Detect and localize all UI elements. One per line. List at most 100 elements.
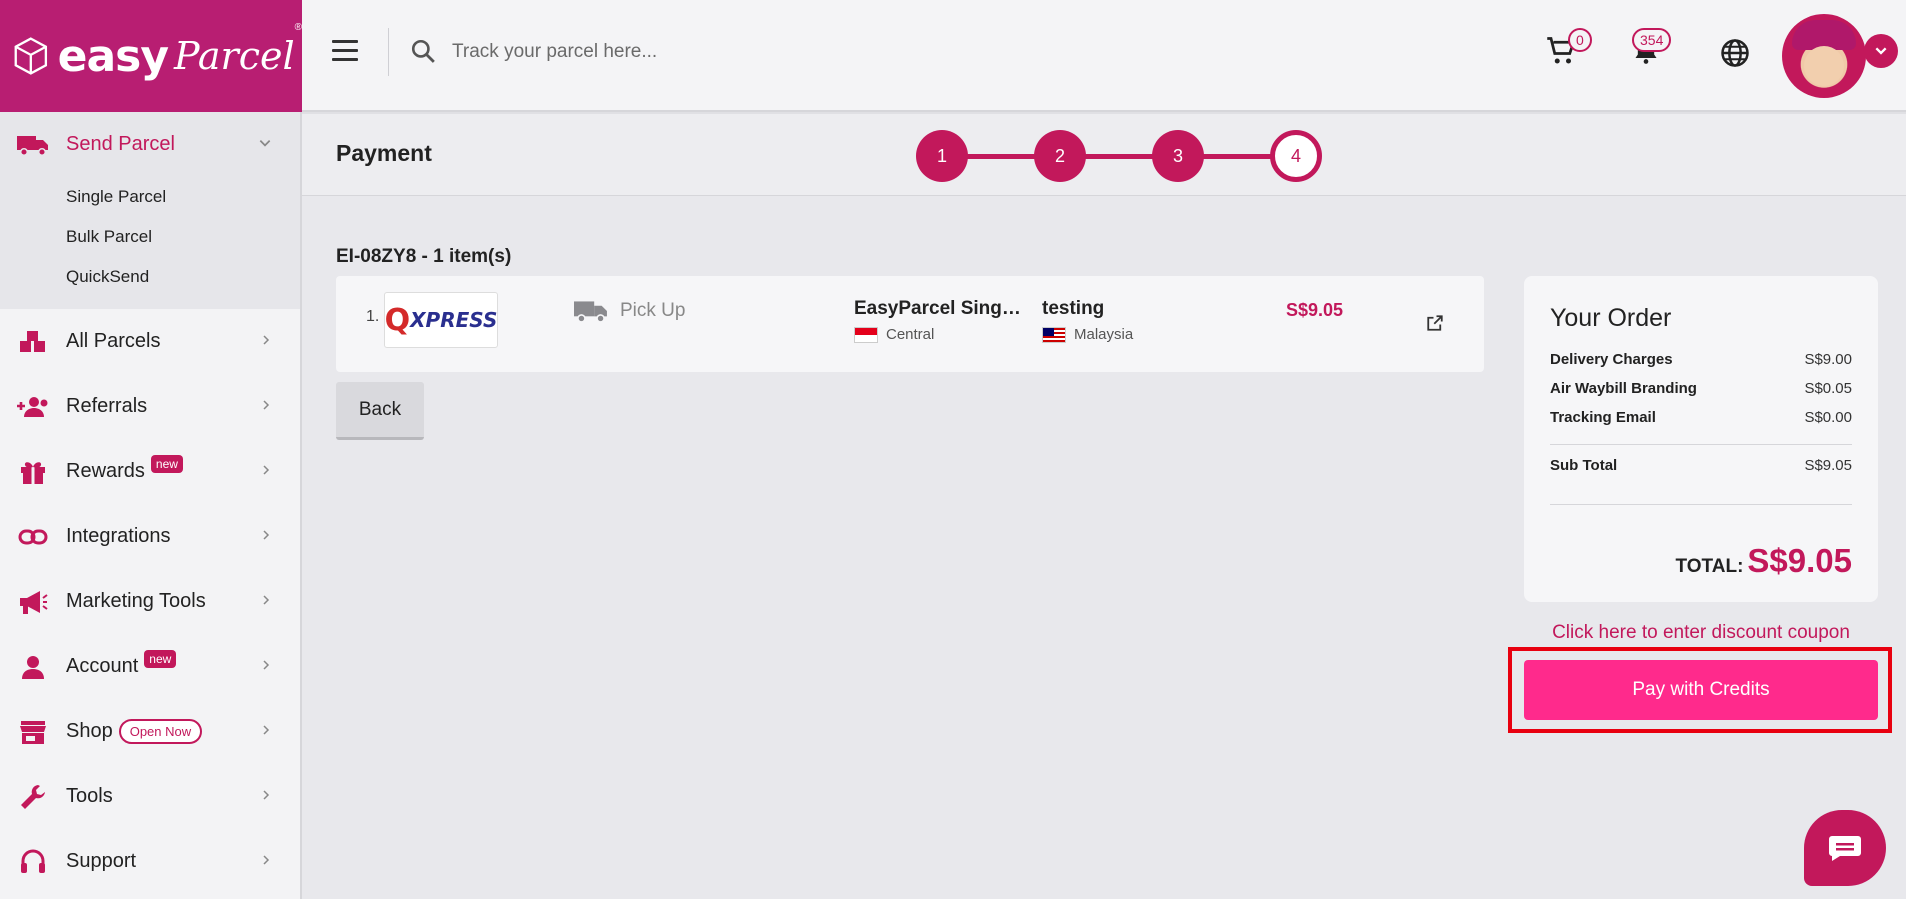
order-subtotal: Sub Total S$9.05 [1550,457,1852,474]
parcel-price: S$9.05 [1286,300,1344,320]
chevron-right-icon [263,530,270,540]
store-icon [16,719,50,745]
order-summary-title: Your Order [1550,304,1672,332]
sidebar-subitem-single-parcel[interactable]: Single Parcel [0,177,300,217]
courier-logo-qxpress: Q XPRESS [384,292,498,348]
pay-with-credits-button[interactable]: Pay with Credits [1524,660,1878,720]
chevron-right-icon [263,855,270,865]
sidebar-item-integrations[interactable]: Integrations [0,504,300,569]
divider [1550,444,1852,445]
search-icon [411,39,435,63]
order-line-label: Air Waybill Branding [1550,380,1697,397]
sender-name: EasyParcel Singapore [854,298,1026,319]
avatar-face [1804,46,1844,86]
step-4-current: 4 [1270,130,1322,182]
sidebar-item-rewards[interactable]: Rewards new [0,439,300,504]
chevron-down-icon [259,140,271,147]
order-line-value: S$0.00 [1804,409,1852,426]
sidebar-item-all-parcels[interactable]: All Parcels [0,309,300,374]
order-line-value: S$9.00 [1804,351,1852,368]
sidebar-item-label: Tools [66,785,113,807]
courier-logo-q: Q [384,302,411,338]
page-header: Payment 1 2 3 4 [302,114,1906,196]
truck-icon [16,132,50,158]
chevron-right-icon [263,790,270,800]
pickup-method: Pick Up [574,298,685,324]
new-badge: new [144,649,177,668]
row-index: 1. [366,308,380,325]
people-add-icon [16,394,50,420]
sidebar-item-account[interactable]: Account new [0,634,300,699]
new-badge: new [150,454,183,473]
order-line-label: Delivery Charges [1550,351,1673,368]
menu-icon[interactable] [332,40,358,62]
chevron-right-icon [263,400,270,410]
back-button[interactable]: Back [336,382,424,440]
chevron-down-icon[interactable] [1864,34,1898,68]
sidebar-item-label: All Parcels [66,330,161,352]
megaphone-icon [16,589,50,615]
sidebar-item-label: Referrals [66,395,148,417]
sidebar-item-label: Support [66,850,137,872]
cube-logo-icon [14,37,48,75]
chevron-right-icon [263,465,270,475]
person-icon [16,654,50,680]
globe-icon[interactable] [1720,38,1750,68]
sender-info: EasyParcel Singapore Central [854,298,1026,343]
logo-script: Parcel [174,34,295,78]
total-value: S$9.05 [1747,542,1852,579]
order-summary-card: Your Order Delivery Charges S$9.00 Air W… [1524,276,1878,602]
sidebar-item-tools[interactable]: Tools [0,764,300,829]
truck-icon [574,301,607,323]
sidebar-subitem-bulk-parcel[interactable]: Bulk Parcel [0,217,300,257]
sidebar-item-support[interactable]: Support [0,829,300,894]
sidebar-item-send-parcel[interactable]: Send Parcel [0,112,300,177]
gift-icon [16,459,50,485]
stepper-line [956,154,1276,159]
top-bar: 0 354 [302,0,1906,112]
wrench-icon [16,784,50,810]
order-total: TOTAL: S$9.05 [1676,542,1853,580]
sidebar-item-label: Marketing Tools [66,590,206,612]
user-avatar[interactable] [1782,14,1866,98]
track-parcel-input[interactable] [452,32,972,72]
subtotal-label: Sub Total [1550,457,1618,474]
sidebar-item-shop[interactable]: Shop Open Now [0,699,300,764]
open-now-badge: Open Now [118,719,203,744]
page-title: Payment [336,140,432,166]
receiver-name: testing [1042,298,1105,319]
chevron-right-icon [263,595,270,605]
receiver-info: testing Malaysia [1042,298,1202,343]
order-line-label: Tracking Email [1550,409,1656,426]
chat-button[interactable] [1804,810,1886,886]
logo[interactable]: easy Parcel ® [0,0,302,112]
pickup-label: Pick Up [620,300,686,321]
sidebar-item-marketing-tools[interactable]: Marketing Tools [0,569,300,634]
chevron-right-icon [263,725,270,735]
logo-text: easy [57,30,169,82]
discount-coupon-link[interactable]: Click here to enter discount coupon [1524,622,1878,644]
logo-registered: ® [294,22,302,33]
divider [388,28,389,76]
sidebar-item-label: Rewards [66,460,145,482]
sidebar-item-referrals[interactable]: Referrals [0,374,300,439]
notification-count-badge: 354 [1632,28,1672,52]
order-line-awb-branding: Air Waybill Branding S$0.05 [1550,380,1852,397]
total-label: TOTAL: [1675,556,1744,577]
chevron-right-icon [263,335,270,345]
sidebar-item-label: Shop [66,720,113,742]
open-external-icon[interactable] [1426,314,1444,332]
sender-region: Central [886,326,935,343]
link-icon [16,524,50,550]
send-parcel-group: Send Parcel Single Parcel Bulk Parcel Qu… [0,112,300,309]
sidebar-subitem-quicksend[interactable]: QuickSend [0,257,300,297]
subtotal-value: S$9.05 [1804,457,1852,474]
order-reference: EI-08ZY8 - 1 item(s) [336,246,512,267]
chevron-right-icon [263,660,270,670]
headset-icon [16,849,50,875]
sidebar: Send Parcel Single Parcel Bulk Parcel Qu… [0,112,302,899]
malaysia-flag-icon [1042,326,1066,343]
courier-logo-xpress: XPRESS [410,308,498,332]
sidebar-item-label: Account [66,655,139,677]
divider [1550,504,1852,505]
